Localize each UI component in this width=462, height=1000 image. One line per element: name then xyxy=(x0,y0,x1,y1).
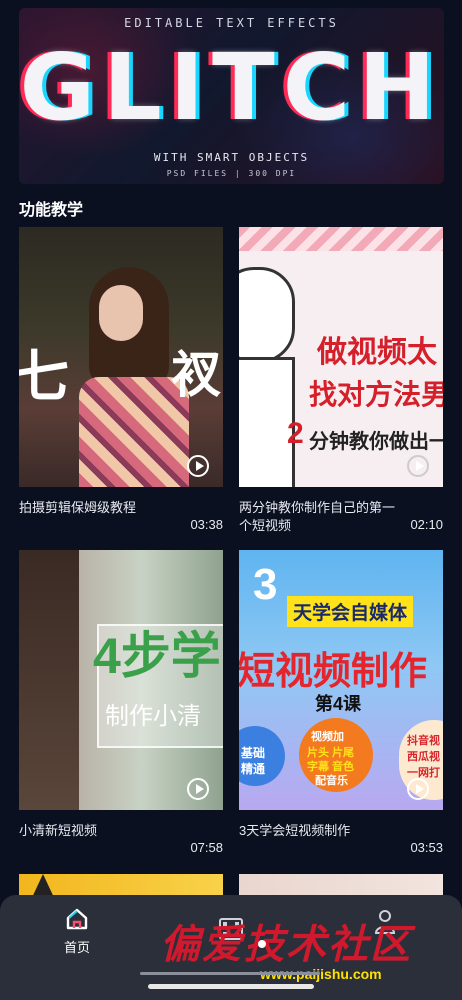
watermark-dot xyxy=(258,940,266,948)
video-thumbnail[interactable]: 七 衩 xyxy=(19,227,223,487)
overlay-text: 七 xyxy=(19,345,69,408)
scroll-indicator xyxy=(140,972,320,975)
overlay-text: 配音乐 xyxy=(315,775,348,787)
tab-home[interactable]: 首页 xyxy=(0,895,154,965)
photo-hair xyxy=(19,550,79,810)
video-title[interactable]: 拍摄剪辑保姆级教程 xyxy=(19,499,179,517)
tab-label: 首页 xyxy=(63,940,90,955)
overlay-text: 做视频太 xyxy=(317,336,437,369)
overlay-text: 短视频制作 xyxy=(239,651,428,693)
overlay-text: 4步学 xyxy=(93,628,221,684)
video-thumbnail[interactable]: 4步学 制作小清 xyxy=(19,550,223,810)
banner-main-text: GLITCH xyxy=(19,34,444,141)
video-duration: 07:58 xyxy=(190,840,223,855)
play-icon[interactable] xyxy=(407,778,429,800)
stripe-band xyxy=(239,227,443,251)
play-icon[interactable] xyxy=(187,455,209,477)
overlay-text: 抖音视 xyxy=(407,735,440,747)
overlay-text: 天学会自媒体 xyxy=(287,596,414,627)
video-duration: 03:38 xyxy=(190,517,223,532)
overlay-text: 一网打 xyxy=(407,767,440,779)
overlay-text: 基础 xyxy=(241,746,266,760)
video-thumbnail[interactable]: 3 天学会自媒体 短视频制作 第4课 视频加 片头 片尾 字幕 音色 配音乐 基… xyxy=(239,550,443,810)
banner-top-text: EDITABLE TEXT EFFECTS xyxy=(124,16,339,30)
overlay-text: 制作小清 xyxy=(105,703,201,730)
overlay-text: 精通 xyxy=(241,762,266,776)
overlay-text: 分钟教你做出一 xyxy=(309,431,443,453)
overlay-text: 2 xyxy=(287,417,304,450)
glitch-banner[interactable]: EDITABLE TEXT EFFECTS GLITCH WITH SMART … xyxy=(19,8,444,184)
cartoon-head xyxy=(239,267,295,363)
section-title: 功能教学 xyxy=(19,202,84,219)
overlay-text: 视频加 xyxy=(311,731,344,743)
banner-sub-text: WITH SMART OBJECTS xyxy=(153,151,310,164)
overlay-text: 3 xyxy=(253,560,278,609)
video-title[interactable]: 3天学会短视频制作 xyxy=(239,822,399,840)
video-duration: 03:53 xyxy=(410,840,443,855)
home-icon xyxy=(66,908,88,930)
watermark-text: 偏爱技术社区 xyxy=(160,921,412,968)
play-icon[interactable] xyxy=(407,455,429,477)
overlay-text: 西瓜视 xyxy=(407,751,440,763)
banner-sub-text-2: PSD FILES | 300 DPI xyxy=(166,169,297,178)
home-indicator[interactable] xyxy=(148,984,314,989)
photo-face xyxy=(99,285,143,341)
play-icon[interactable] xyxy=(187,778,209,800)
overlay-text: 第4课 xyxy=(315,694,362,714)
video-title[interactable]: 小清新短视频 xyxy=(19,822,179,840)
video-title[interactable]: 两分钟教你制作自己的第一个短视频 xyxy=(239,499,399,535)
overlay-text: 找对方法男 xyxy=(309,379,443,410)
video-duration: 02:10 xyxy=(410,517,443,532)
video-thumbnail[interactable]: 做视频太 找对方法男 2 分钟教你做出一 xyxy=(239,227,443,487)
overlay-text: 衩 xyxy=(171,347,221,403)
